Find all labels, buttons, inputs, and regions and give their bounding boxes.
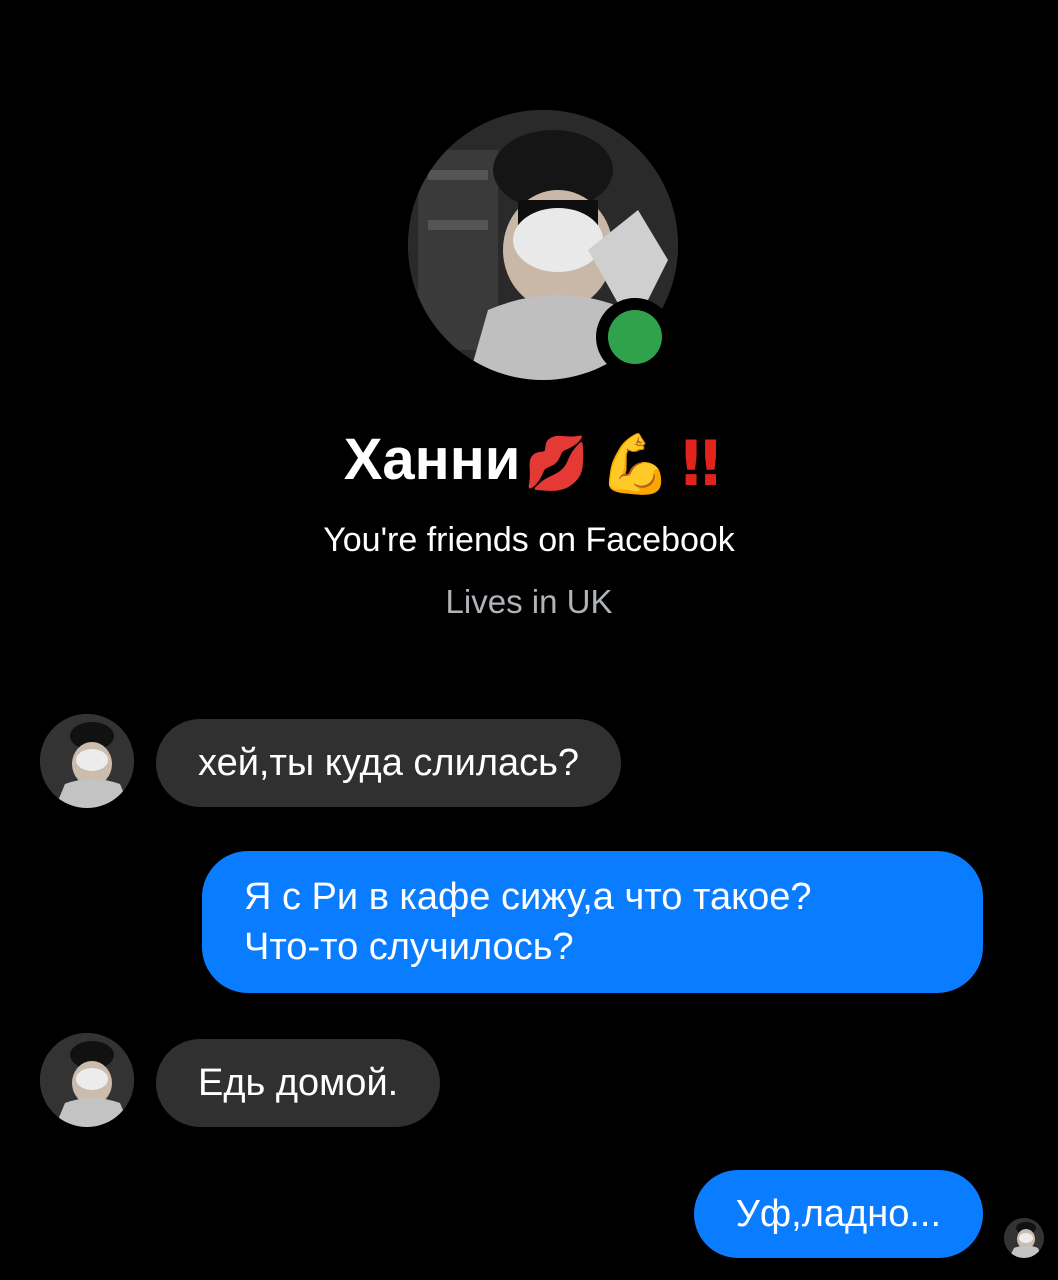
- online-dot-icon: [608, 310, 662, 364]
- read-receipt-avatar: [1004, 1218, 1044, 1258]
- flexed-biceps-emoji-icon: 💪: [599, 429, 672, 498]
- sender-avatar[interactable]: [40, 714, 134, 808]
- seen-avatar-icon: [1004, 1218, 1044, 1258]
- kiss-emoji-icon: 💋: [524, 433, 590, 494]
- sender-photo-icon: [40, 1033, 134, 1127]
- online-status-indicator: [596, 298, 674, 376]
- friends-status-text: You're friends on Facebook: [323, 521, 735, 559]
- double-exclamation-emoji-icon: ‼: [681, 426, 720, 500]
- sender-photo-icon: [40, 714, 134, 808]
- message-bubble-incoming[interactable]: Едь домой.: [156, 1039, 441, 1127]
- sender-avatar[interactable]: [40, 1033, 134, 1127]
- profile-name: Ханни: [343, 427, 521, 492]
- message-bubble-outgoing[interactable]: Уф,ладно...: [693, 1170, 983, 1258]
- profile-name-row[interactable]: Ханни💋 💪 ‼: [0, 420, 1058, 504]
- message-bubble-outgoing[interactable]: Я с Ри в кафе сижу,а что такое? Что-то с…: [202, 851, 983, 993]
- message-line: Я с Ри в кафе сижу,а что такое?: [244, 876, 812, 918]
- message-line: Что-то случилось?: [244, 926, 574, 968]
- location-text: Lives in UK: [445, 583, 613, 620]
- message-bubble-incoming[interactable]: хей,ты куда слилась?: [156, 719, 622, 807]
